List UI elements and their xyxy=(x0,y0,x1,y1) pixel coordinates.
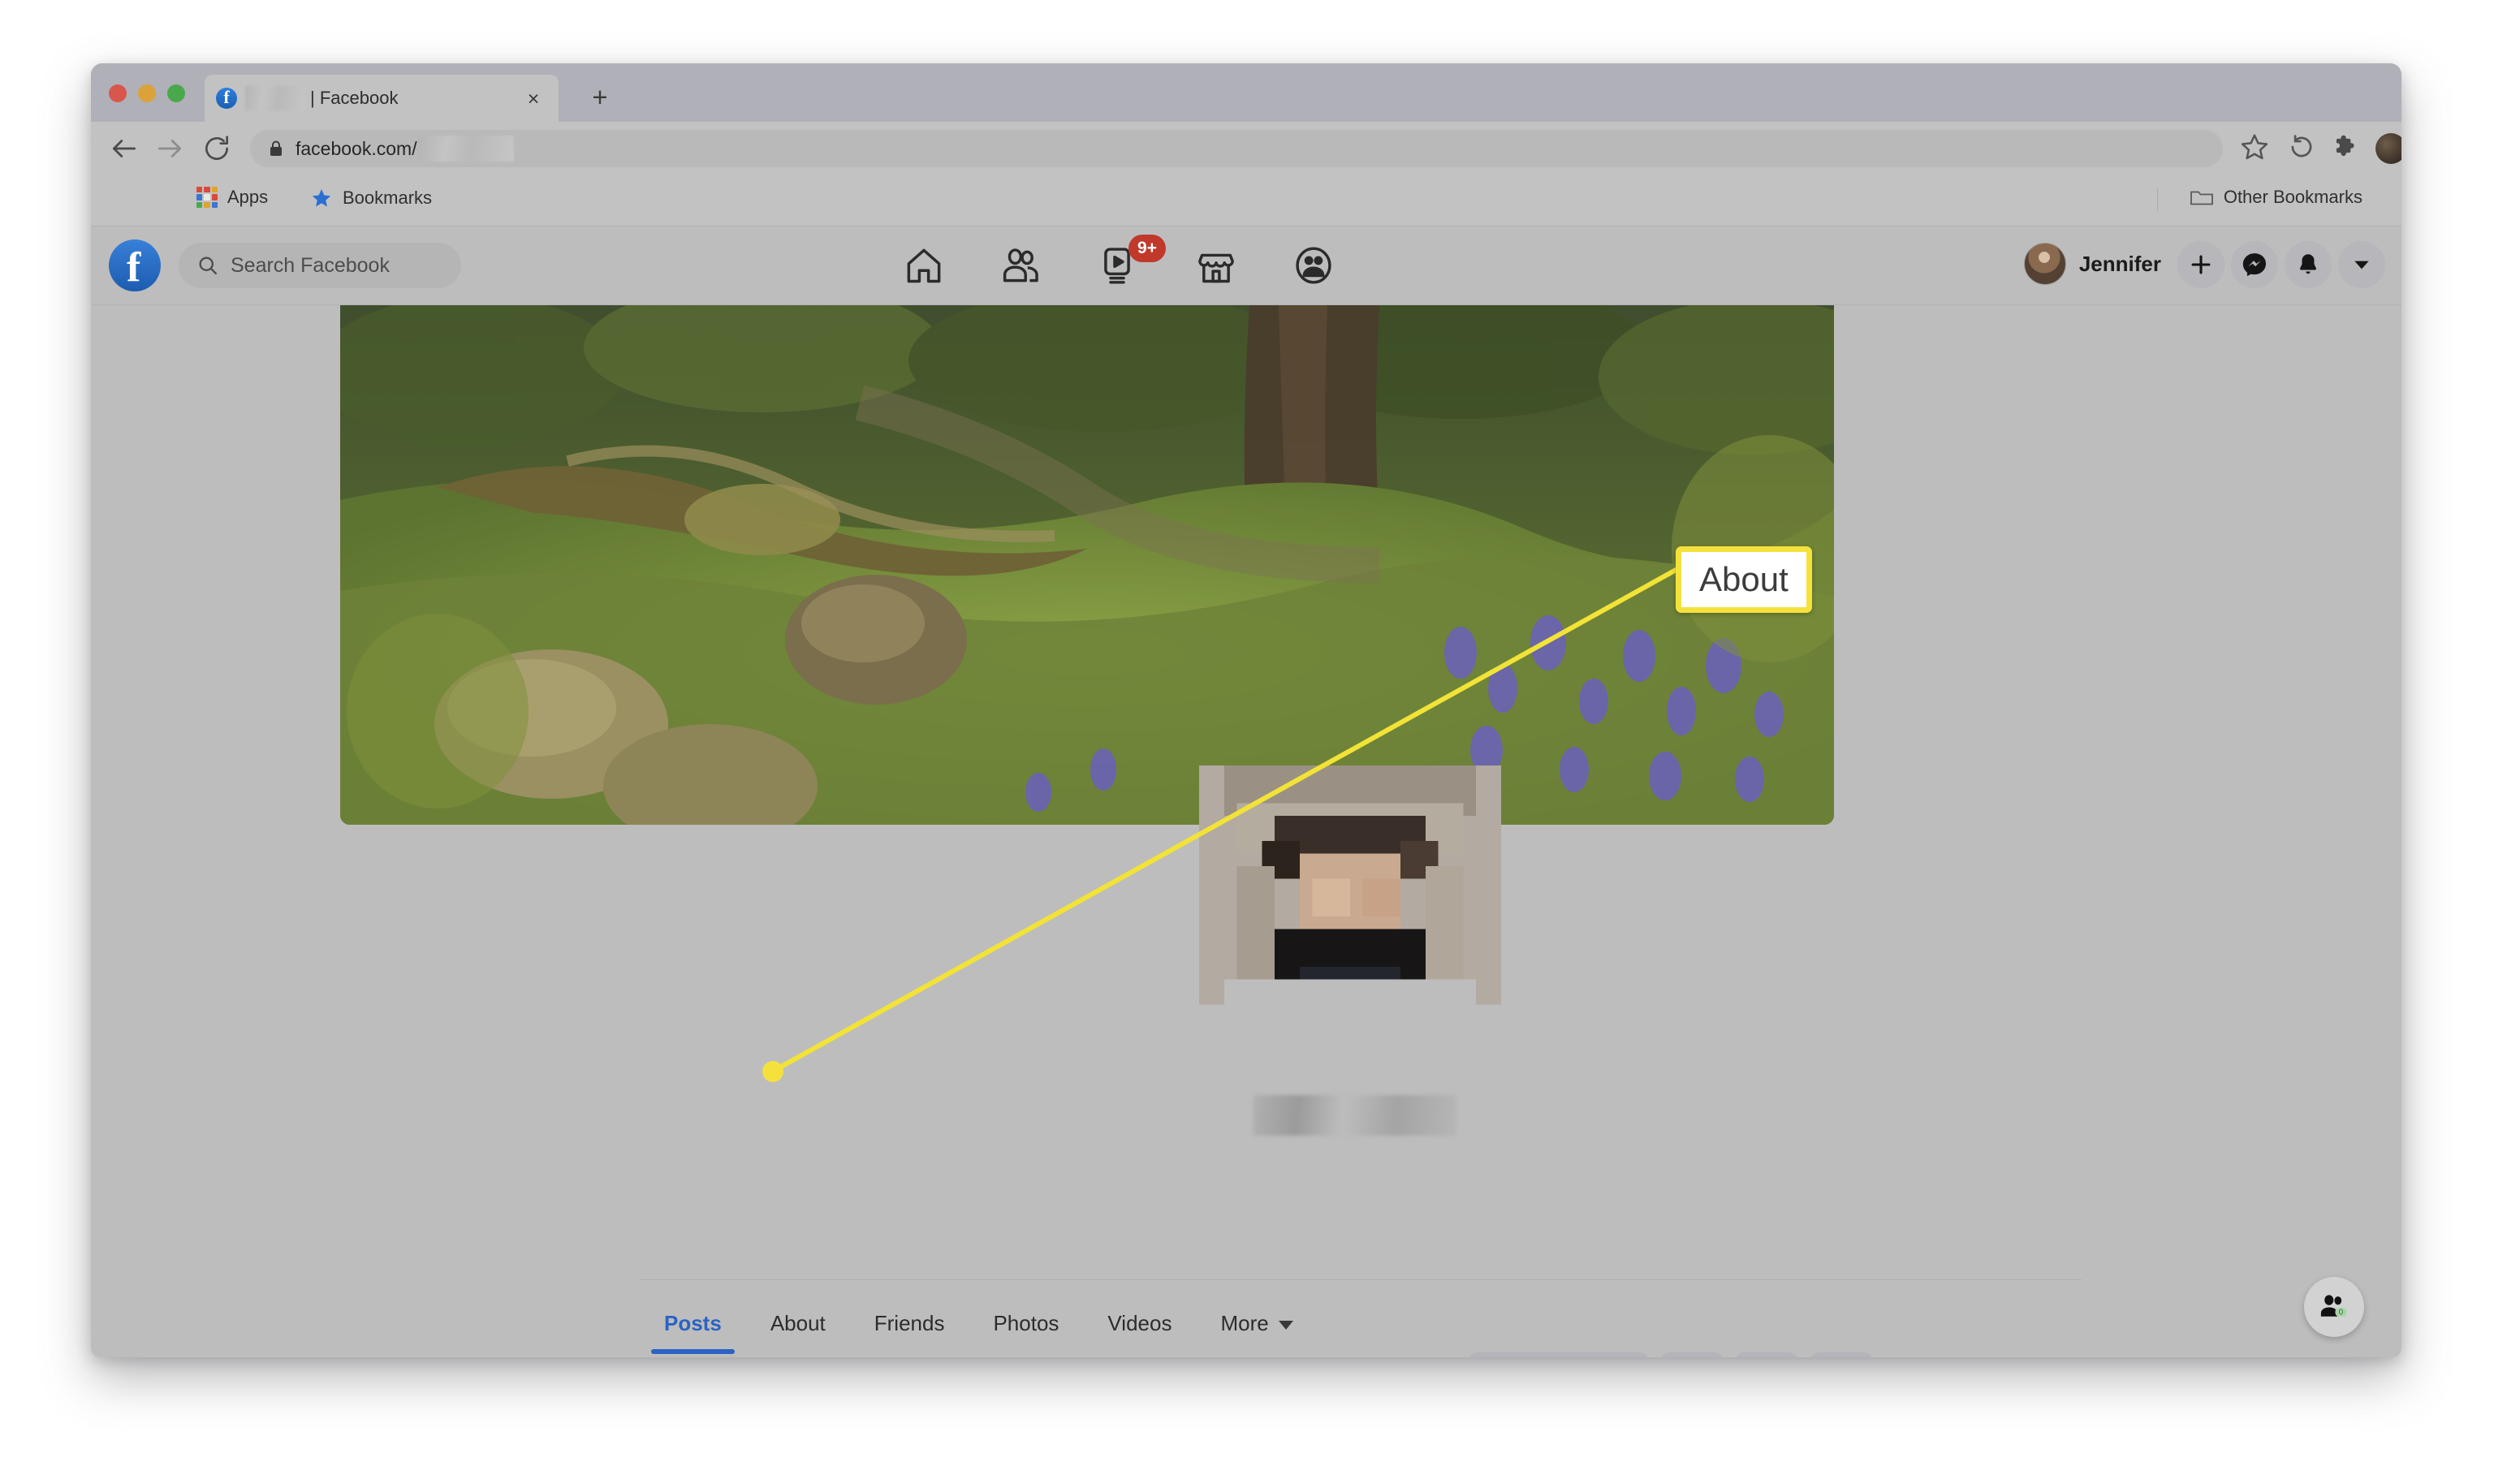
chevron-down-icon xyxy=(2354,261,2369,269)
profile-tabs: Posts About Friends Photos Videos More xyxy=(640,1290,1318,1354)
profile-action-buttons: Message xyxy=(1469,1352,1872,1357)
bookmark-apps[interactable]: Apps xyxy=(196,187,268,208)
browser-tab-facebook[interactable]: f | Facebook × xyxy=(205,75,559,122)
profile-tab-friends[interactable]: Friends xyxy=(850,1290,969,1354)
chevron-down-icon xyxy=(1278,1320,1293,1330)
profile-tab-friends-label: Friends xyxy=(874,1311,945,1335)
search-icon xyxy=(199,257,218,275)
facebook-top-navbar: f Search Facebook 9+ Jennifer xyxy=(91,226,2401,305)
call-button[interactable] xyxy=(1661,1352,1723,1357)
profile-tabs-divider xyxy=(640,1279,2082,1280)
facebook-search-placeholder: Search Facebook xyxy=(231,253,390,277)
profile-name-redacted xyxy=(1254,1095,1456,1136)
bell-icon xyxy=(2300,254,2316,274)
friend-status-button[interactable] xyxy=(1736,1352,1797,1357)
profile-picture[interactable] xyxy=(1199,765,1501,1067)
facebook-user-shortcut[interactable]: Jennifer xyxy=(2023,243,2161,285)
window-close-button[interactable] xyxy=(109,84,127,102)
reload-arrow-icon[interactable] xyxy=(201,133,232,164)
facebook-logo-icon[interactable]: f xyxy=(109,239,161,291)
profile-content: Posts About Friends Photos Videos More M… xyxy=(91,305,2401,1357)
bookmark-bookmarks-label: Bookmarks xyxy=(343,188,433,208)
url-path-redacted xyxy=(417,136,514,162)
chat-contacts-button[interactable]: 0 xyxy=(2304,1277,2364,1337)
address-bar[interactable]: facebook.com/ xyxy=(250,130,2223,167)
more-options-button[interactable] xyxy=(1810,1352,1872,1357)
facebook-search-input[interactable]: Search Facebook xyxy=(179,243,461,288)
facebook-favicon-icon: f xyxy=(216,88,237,109)
history-icon[interactable] xyxy=(2286,132,2320,166)
browser-toolbar: facebook.com/ xyxy=(91,122,2401,175)
profile-tab-posts-label: Posts xyxy=(664,1311,722,1335)
tab-strip: f | Facebook × + xyxy=(91,63,2401,122)
puzzle-extension-icon[interactable] xyxy=(2330,132,2364,166)
browser-window: f | Facebook × + facebook.com/ Apps Book… xyxy=(91,63,2401,1357)
bookmark-bookmarks[interactable]: Bookmarks xyxy=(310,187,432,209)
messenger-button[interactable] xyxy=(2231,241,2278,288)
profile-tab-photos-label: Photos xyxy=(993,1311,1059,1335)
bookmark-star-icon[interactable] xyxy=(2239,132,2273,166)
profile-tab-about-label: About xyxy=(770,1311,826,1335)
avatar xyxy=(2023,243,2066,285)
forward-arrow-icon[interactable] xyxy=(154,133,185,164)
cover-photo[interactable] xyxy=(340,305,1834,825)
nav-home-icon[interactable] xyxy=(903,244,945,287)
tab-close-icon[interactable]: × xyxy=(523,88,544,110)
plus-icon xyxy=(2191,255,2211,274)
bookmarks-bar: Apps Bookmarks Other Bookmarks xyxy=(91,175,2401,226)
contacts-icon: 0 xyxy=(2320,1295,2347,1317)
url-text: facebook.com/ xyxy=(296,137,417,159)
profile-tab-about[interactable]: About xyxy=(746,1290,850,1354)
profile-tab-photos[interactable]: Photos xyxy=(969,1290,1083,1354)
lock-icon xyxy=(270,140,282,156)
create-button[interactable] xyxy=(2177,241,2224,288)
folder-icon xyxy=(2190,191,2213,205)
tab-title-label: | Facebook xyxy=(310,88,399,108)
profile-tab-videos[interactable]: Videos xyxy=(1083,1290,1196,1354)
back-arrow-icon[interactable] xyxy=(109,133,140,164)
svg-text:0: 0 xyxy=(2339,1308,2344,1317)
apps-grid-icon xyxy=(196,187,218,208)
star-icon xyxy=(312,189,331,207)
nav-friends-icon[interactable] xyxy=(1000,244,1042,287)
bookmarks-divider xyxy=(2157,188,2158,211)
new-tab-button[interactable]: + xyxy=(586,84,614,112)
account-menu-button[interactable] xyxy=(2338,241,2385,288)
chrome-profile-avatar[interactable] xyxy=(2375,133,2401,164)
facebook-user-name: Jennifer xyxy=(2078,251,2161,276)
bookmark-other-bookmarks[interactable]: Other Bookmarks xyxy=(2190,187,2362,208)
bookmark-other-label: Other Bookmarks xyxy=(2223,187,2362,207)
window-minimize-button[interactable] xyxy=(138,84,156,102)
bookmark-apps-label: Apps xyxy=(227,187,269,207)
profile-tab-more[interactable]: More xyxy=(1196,1290,1317,1354)
tab-title-redacted xyxy=(245,86,305,110)
window-maximize-button[interactable] xyxy=(167,84,185,102)
message-button[interactable]: Message xyxy=(1469,1352,1648,1357)
messenger-icon xyxy=(2242,253,2267,277)
profile-tab-videos-label: Videos xyxy=(1107,1311,1172,1335)
profile-tab-posts[interactable]: Posts xyxy=(640,1290,746,1354)
profile-tab-more-label: More xyxy=(1220,1311,1269,1335)
nav-groups-icon[interactable] xyxy=(1292,244,1335,287)
notifications-button[interactable] xyxy=(2285,241,2332,288)
watch-notification-badge: 9+ xyxy=(1128,235,1166,262)
facebook-page: f Search Facebook 9+ Jennifer Posts Abou… xyxy=(91,226,2401,1357)
nav-marketplace-icon[interactable] xyxy=(1195,244,1237,287)
